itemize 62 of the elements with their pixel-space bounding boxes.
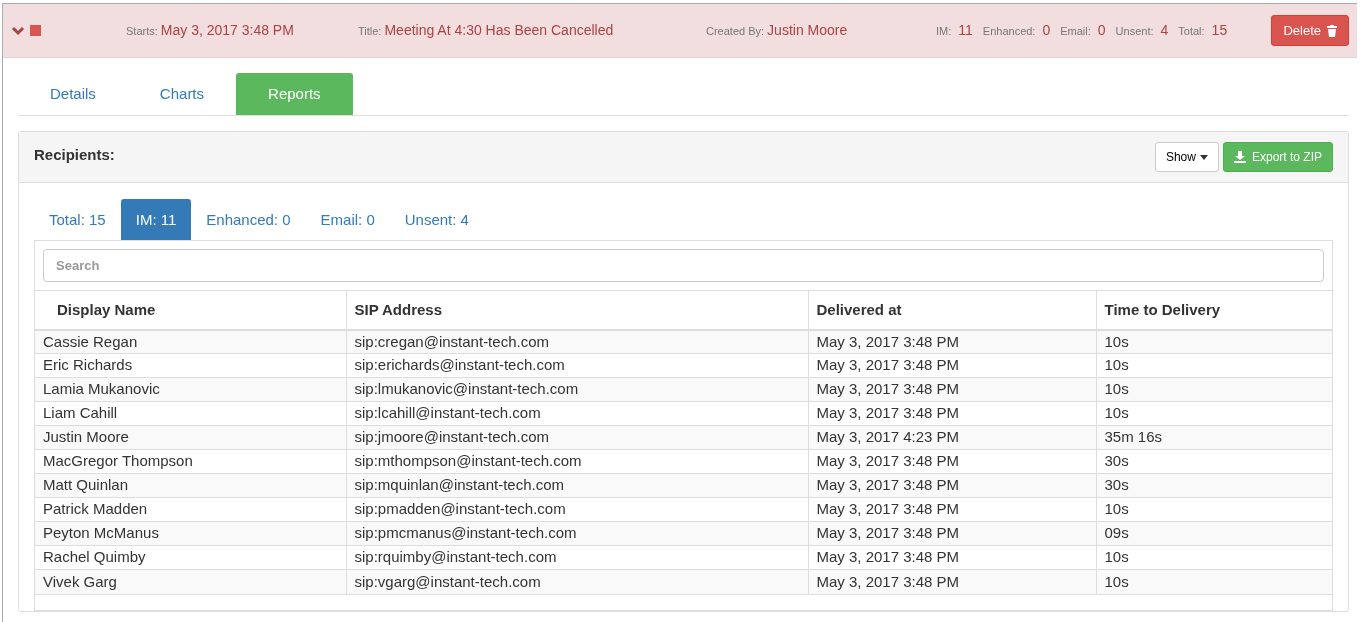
table-cell: sip:cregan@instant-tech.com bbox=[346, 329, 808, 354]
table-cell: May 3, 2017 3:48 PM bbox=[808, 569, 1096, 594]
show-dropdown-button[interactable]: Show bbox=[1154, 142, 1219, 172]
table-cell: Lamia Mukanovic bbox=[35, 377, 346, 402]
table-cell: 35m 16s bbox=[1096, 425, 1332, 450]
table-cell: May 3, 2017 4:23 PM bbox=[808, 425, 1096, 450]
field-value: Meeting At 4:30 Has Been Cancelled bbox=[384, 21, 614, 40]
table-cell: sip:lmukanovic@instant-tech.com bbox=[346, 377, 808, 402]
field-label: Created By: bbox=[706, 24, 765, 39]
column-header: Delivered at bbox=[808, 290, 1096, 330]
column-header: SIP Address bbox=[346, 290, 808, 330]
count-label: Unsent: bbox=[1115, 24, 1154, 39]
table-cell: May 3, 2017 3:48 PM bbox=[808, 473, 1096, 498]
column-header: Display Name bbox=[35, 290, 346, 330]
count-label: Total: bbox=[1178, 24, 1205, 39]
field-value: May 3, 2017 3:48 PM bbox=[160, 21, 294, 40]
table-cell: Vivek Garg bbox=[35, 569, 346, 594]
table-cell: sip:mquinlan@instant-tech.com bbox=[346, 473, 808, 498]
status-square-icon bbox=[30, 25, 41, 36]
tab[interactable]: Details bbox=[18, 73, 128, 115]
filter-tab[interactable]: IM: 11 bbox=[120, 199, 192, 240]
table-cell: 10s bbox=[1096, 569, 1332, 594]
count-value: 0 bbox=[1097, 21, 1106, 40]
count-label: IM: bbox=[936, 24, 952, 39]
filter-tab[interactable]: Email: 0 bbox=[305, 199, 390, 240]
download-icon bbox=[1233, 151, 1246, 163]
table-cell: May 3, 2017 3:48 PM bbox=[808, 329, 1096, 354]
count-value: 0 bbox=[1042, 21, 1051, 40]
table-cell: sip:vgarg@instant-tech.com bbox=[346, 569, 808, 594]
caret-icon bbox=[1199, 154, 1208, 160]
table-cell: Peyton McManus bbox=[35, 521, 346, 546]
tab[interactable]: Charts bbox=[127, 73, 237, 115]
filter-tab[interactable]: Enhanced: 0 bbox=[191, 199, 306, 240]
column-header: Time to Delivery bbox=[1096, 290, 1332, 330]
search-field[interactable]: Search bbox=[43, 249, 1324, 282]
count-value: 4 bbox=[1160, 21, 1169, 40]
filter-tab[interactable]: Total: 15 bbox=[34, 199, 121, 240]
table-cell: sip:jmoore@instant-tech.com bbox=[346, 425, 808, 450]
table-cell: 09s bbox=[1096, 521, 1332, 546]
table-cell: May 3, 2017 3:48 PM bbox=[808, 377, 1096, 402]
table-cell: Cassie Regan bbox=[35, 329, 346, 354]
delete-button[interactable]: Delete bbox=[1271, 14, 1349, 47]
table-cell: sip:pmcmanus@instant-tech.com bbox=[346, 521, 808, 546]
field-label: Title: bbox=[358, 24, 382, 39]
trash-icon bbox=[1327, 24, 1337, 37]
tab[interactable]: Reports bbox=[236, 73, 353, 115]
field-label: Starts: bbox=[126, 24, 158, 39]
field-value: Justin Moore bbox=[767, 21, 848, 40]
export-button[interactable]: Export to ZIP bbox=[1222, 142, 1333, 172]
table-cell: 30s bbox=[1096, 473, 1332, 498]
table-cell: Matt Quinlan bbox=[35, 473, 346, 498]
count-value: 15 bbox=[1211, 21, 1228, 40]
table-cell: 10s bbox=[1096, 377, 1332, 402]
count-label: Enhanced: bbox=[982, 24, 1036, 39]
table-cell: 10s bbox=[1096, 329, 1332, 354]
table-cell: May 3, 2017 3:48 PM bbox=[808, 521, 1096, 546]
table-cell: Justin Moore bbox=[35, 425, 346, 450]
filter-tab[interactable]: Unsent: 4 bbox=[389, 199, 484, 240]
panel-title: Recipients: bbox=[34, 145, 115, 165]
count-value: 11 bbox=[958, 21, 973, 40]
count-label: Email: bbox=[1060, 24, 1091, 39]
expand-chevron-icon[interactable] bbox=[11, 25, 25, 36]
